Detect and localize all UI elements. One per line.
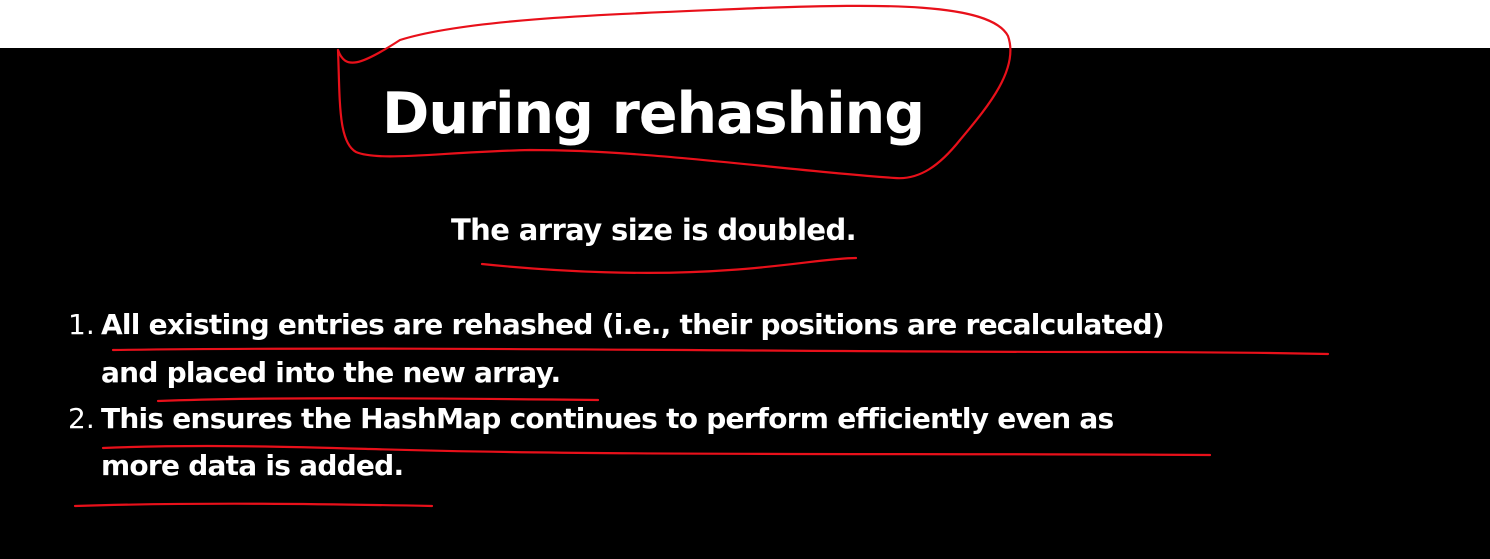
slide-title: During rehashing <box>382 81 925 147</box>
slide-subtitle: The array size is doubled. <box>451 213 857 247</box>
list-item-text-line: This ensures the HashMap continues to pe… <box>101 402 1114 435</box>
list-item-text-line: and placed into the new array. <box>101 356 561 389</box>
list-item-number: 2. <box>68 402 95 435</box>
list-item-number: 1. <box>68 308 95 341</box>
list-item-text-line: more data is added. <box>101 449 404 482</box>
list-item-text-line: All existing entries are rehashed (i.e.,… <box>101 308 1165 341</box>
